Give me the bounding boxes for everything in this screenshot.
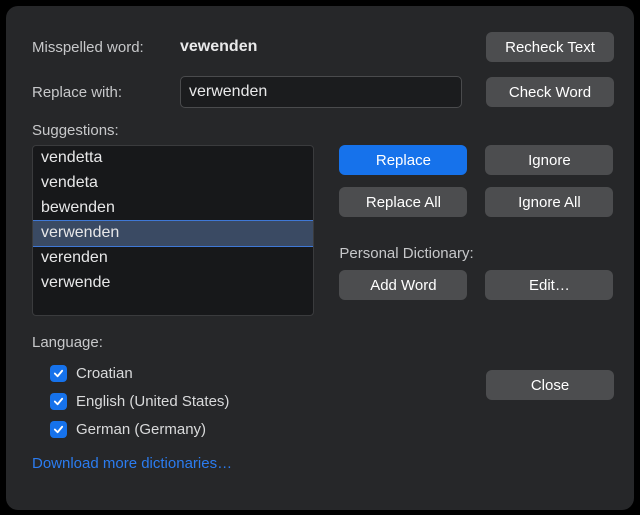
language-checkbox[interactable] <box>50 365 67 382</box>
misspelled-value: vewenden <box>180 38 257 56</box>
language-item: German (Germany) <box>50 415 486 443</box>
actions-area: Replace Ignore Replace All Ignore All Pe… <box>339 145 614 300</box>
replace-button[interactable]: Replace <box>339 145 467 175</box>
list-item[interactable]: vendetta <box>33 146 313 171</box>
list-item[interactable]: verenden <box>33 246 313 271</box>
suggestions-label: Suggestions: <box>32 122 119 139</box>
suggestions-listbox[interactable]: vendetta vendeta bewenden verwenden vere… <box>32 145 314 316</box>
language-checkbox[interactable] <box>50 421 67 438</box>
add-word-button[interactable]: Add Word <box>339 270 467 300</box>
list-item[interactable]: verwende <box>33 271 313 296</box>
check-word-button[interactable]: Check Word <box>486 77 614 107</box>
misspelled-label: Misspelled word: <box>32 39 180 56</box>
language-label: Language: <box>32 334 103 351</box>
replace-with-label: Replace with: <box>32 84 180 101</box>
spellcheck-dialog: Misspelled word: vewenden Recheck Text R… <box>6 6 634 510</box>
recheck-text-button[interactable]: Recheck Text <box>486 32 614 62</box>
ignore-all-button[interactable]: Ignore All <box>485 187 613 217</box>
language-checkbox[interactable] <box>50 393 67 410</box>
close-button[interactable]: Close <box>486 370 614 400</box>
language-name: Croatian <box>76 365 133 382</box>
download-dictionaries-link[interactable]: Download more dictionaries… <box>32 455 232 472</box>
replace-with-input[interactable] <box>180 76 462 108</box>
list-item[interactable]: vendeta <box>33 171 313 196</box>
personal-dictionary-label: Personal Dictionary: <box>339 245 473 262</box>
language-name: English (United States) <box>76 393 229 410</box>
language-item: Croatian <box>50 359 486 387</box>
check-icon <box>53 424 64 435</box>
check-icon <box>53 368 64 379</box>
replace-all-button[interactable]: Replace All <box>339 187 467 217</box>
edit-dictionary-button[interactable]: Edit… <box>485 270 613 300</box>
ignore-button[interactable]: Ignore <box>485 145 613 175</box>
list-item[interactable]: bewenden <box>33 196 313 221</box>
language-name: German (Germany) <box>76 421 206 438</box>
language-item: English (United States) <box>50 387 486 415</box>
list-item[interactable]: verwenden <box>32 220 314 247</box>
check-icon <box>53 396 64 407</box>
